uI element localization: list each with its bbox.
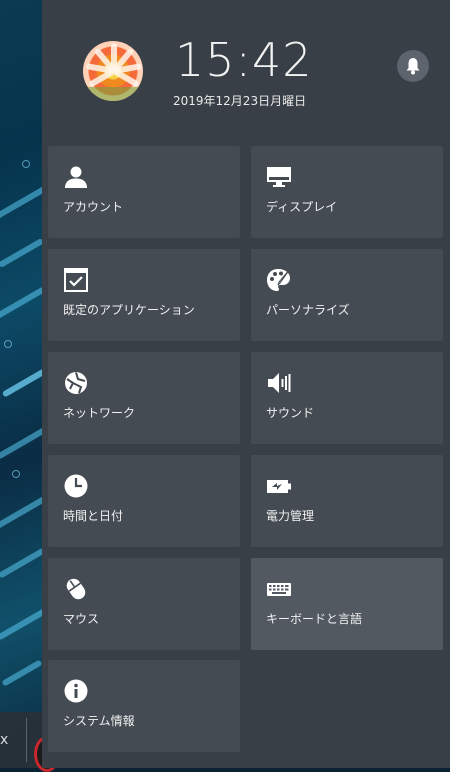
tile-account-label: アカウント [63, 200, 124, 214]
mouse-icon [66, 578, 86, 600]
clock-time: 15:42 [175, 33, 313, 87]
info-icon [64, 679, 88, 703]
battery-icon [267, 480, 291, 493]
tile-account[interactable]: アカウント [48, 146, 240, 238]
tile-default-apps[interactable]: 既定のアプリケーション [48, 249, 240, 341]
tile-system-info[interactable]: システム情報 [48, 660, 240, 752]
user-avatar[interactable] [83, 41, 143, 101]
tile-personalize[interactable]: パーソナライズ [251, 249, 443, 341]
tile-personalize-label: パーソナライズ [266, 303, 350, 317]
bell-icon [406, 58, 420, 75]
desktop-wallpaper [0, 0, 42, 768]
tile-date-time[interactable]: 時間と日付 [48, 455, 240, 547]
monitor-icon [267, 167, 291, 187]
globe-icon [65, 372, 87, 394]
default-apps-icon [64, 268, 88, 292]
tile-default-apps-label: 既定のアプリケーション [63, 303, 195, 317]
tile-display[interactable]: ディスプレイ [251, 146, 443, 238]
taskbar-label: x [0, 732, 9, 748]
tile-power[interactable]: 電力管理 [251, 455, 443, 547]
tile-mouse[interactable]: マウス [48, 558, 240, 650]
person-icon [65, 166, 87, 188]
tile-network-label: ネットワーク [63, 406, 136, 420]
tile-date-time-label: 時間と日付 [63, 509, 124, 523]
notification-button[interactable] [397, 50, 429, 82]
tile-display-label: ディスプレイ [266, 200, 338, 214]
clock-icon [64, 474, 88, 498]
taskbar: x [0, 712, 60, 772]
tile-keyboard-language[interactable]: キーボードと言語 [251, 558, 443, 650]
tile-network[interactable]: ネットワーク [48, 352, 240, 444]
clock-date: 2019年12月23日月曜日 [173, 94, 307, 108]
tile-mouse-label: マウス [63, 612, 100, 626]
taskbar-separator [26, 718, 27, 762]
tile-sound-label: サウンド [266, 406, 315, 420]
control-center-panel: 15:42 2019年12月23日月曜日 アカウント ディスプレイ 既定のアプリ… [42, 0, 450, 768]
palette-icon [267, 268, 291, 291]
tile-power-label: 電力管理 [266, 509, 315, 523]
tile-system-info-label: システム情報 [63, 714, 135, 728]
speaker-icon [268, 373, 291, 393]
keyboard-icon [267, 583, 291, 596]
tile-sound[interactable]: サウンド [251, 352, 443, 444]
tile-keyboard-language-label: キーボードと言語 [266, 612, 363, 626]
